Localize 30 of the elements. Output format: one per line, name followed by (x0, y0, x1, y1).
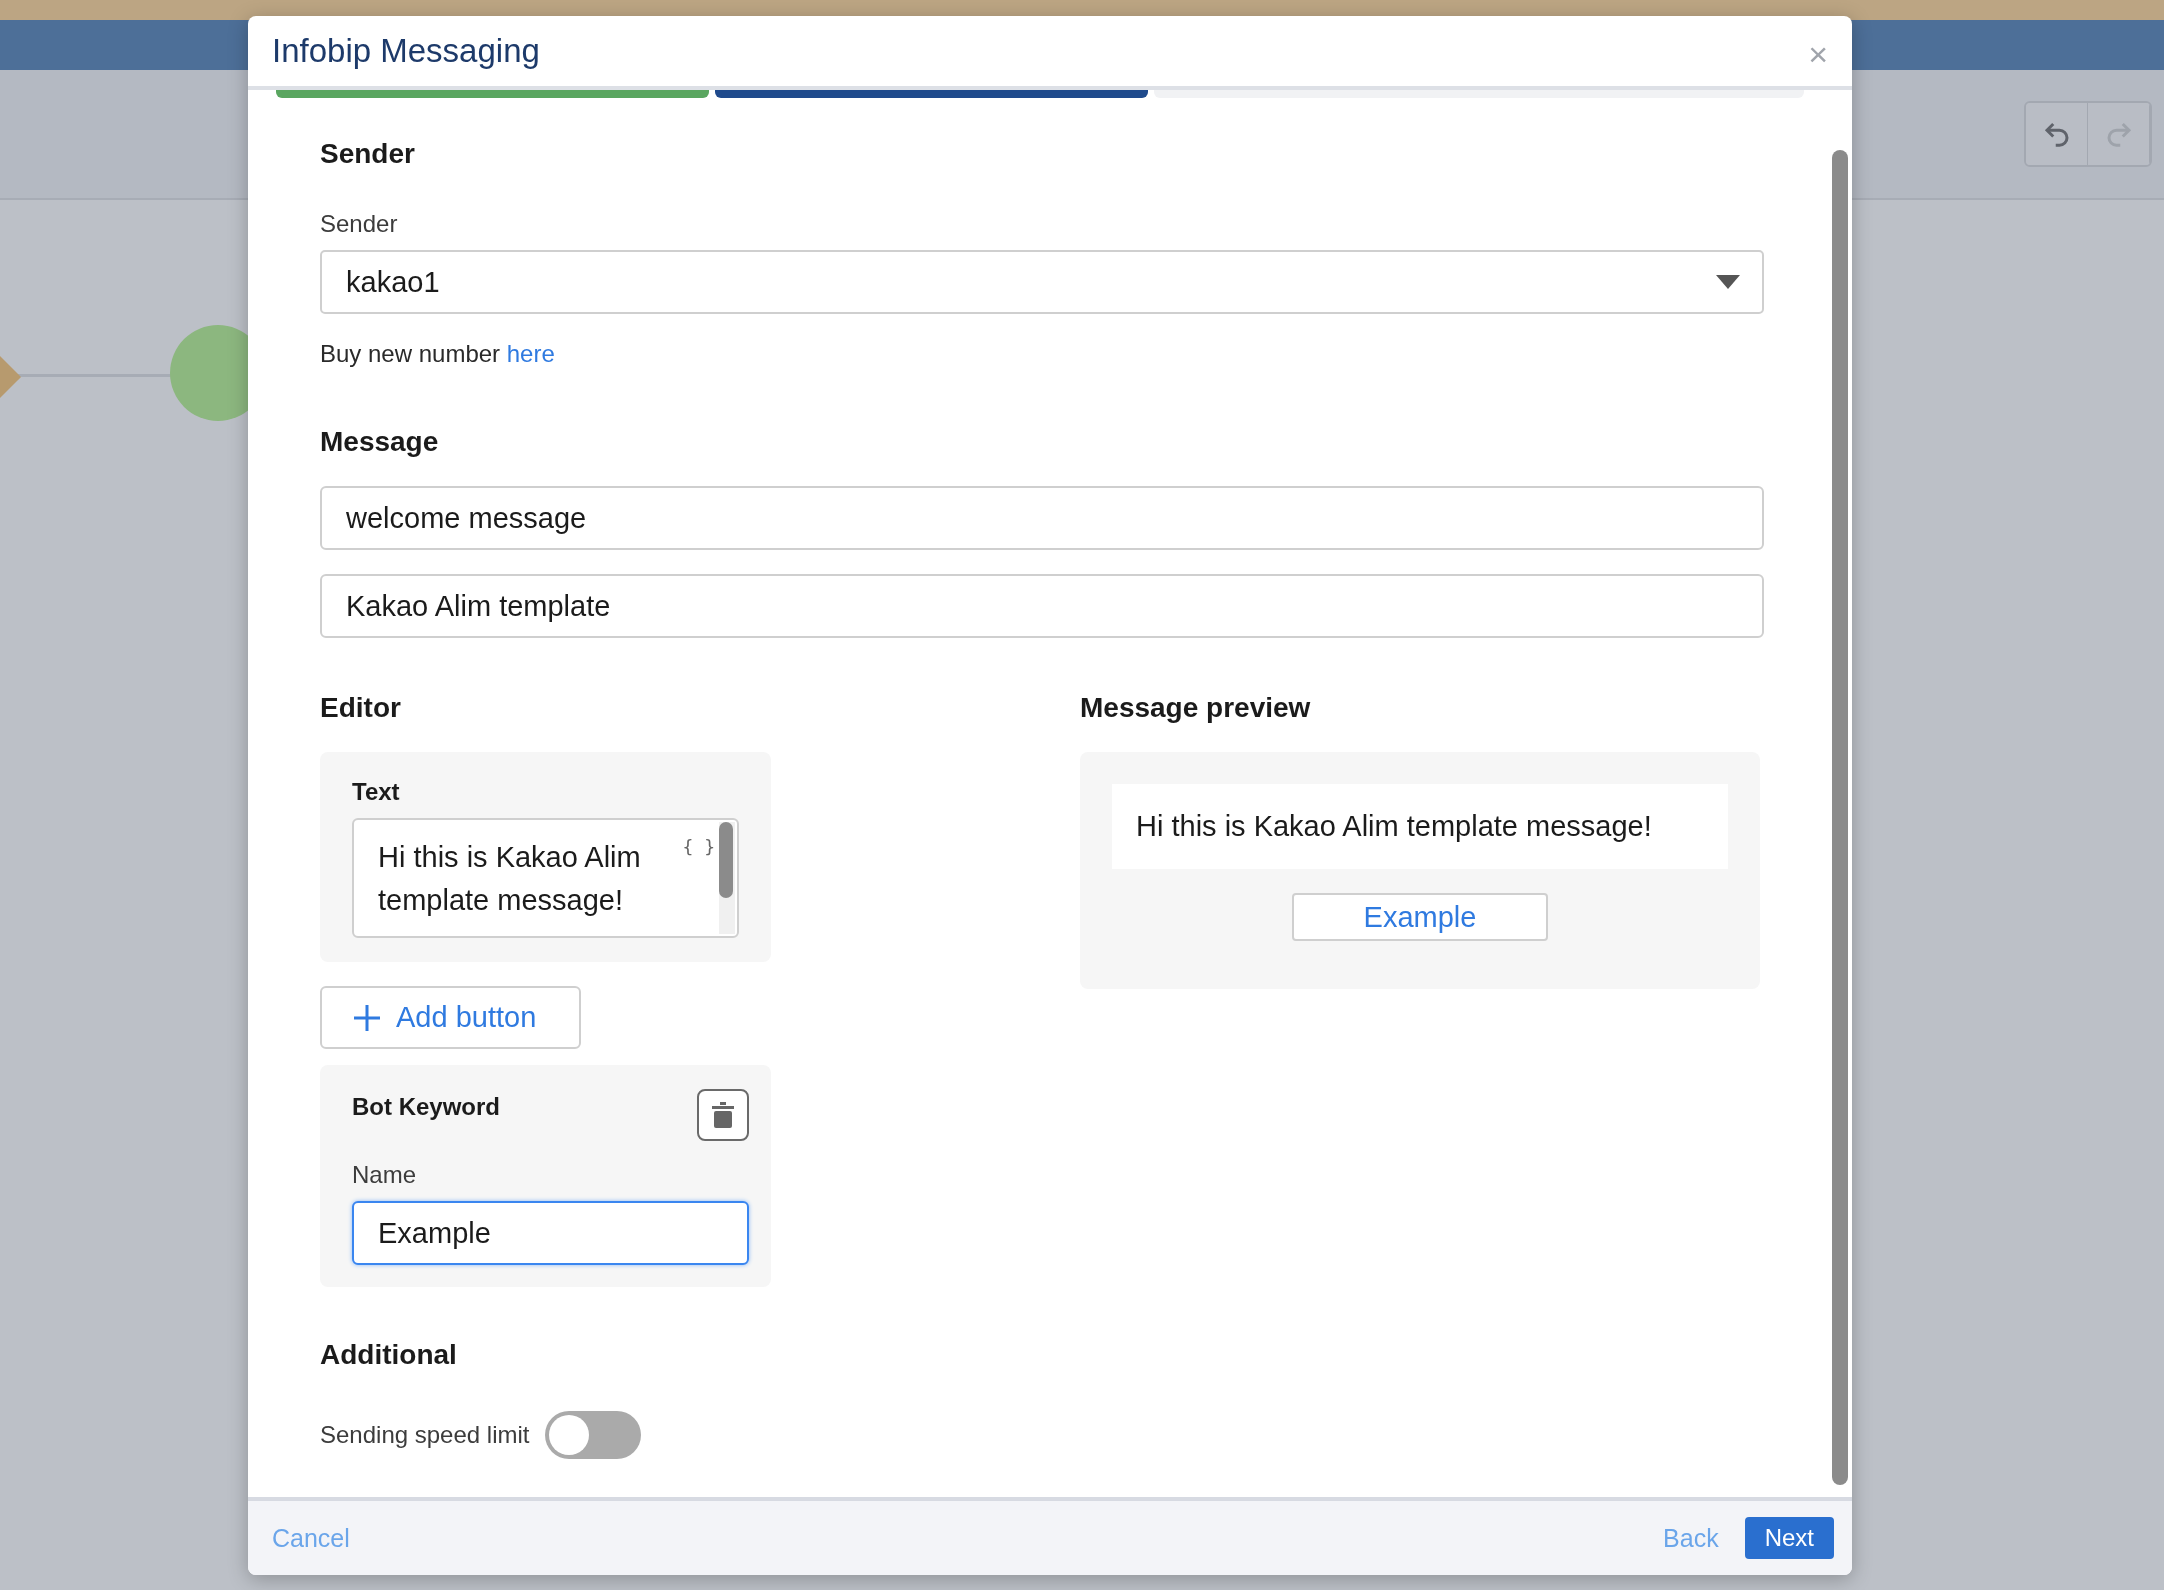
delete-button[interactable] (697, 1089, 749, 1141)
section-heading: Message (320, 426, 440, 458)
text-area[interactable]: Hi this is Kakao Alim template message! { } (352, 818, 739, 938)
section-heading: Editor (320, 692, 402, 724)
field-label: Name (352, 1161, 418, 1189)
variable-icon[interactable]: { } (682, 836, 715, 857)
undo-button[interactable] (2026, 103, 2088, 165)
caret-icon (1716, 275, 1740, 289)
input-field[interactable]: Kakao Alim template (320, 574, 1764, 638)
plus-icon (354, 1004, 380, 1031)
dialog-title: Infobip Messaging (272, 32, 540, 70)
input-field[interactable]: Example (352, 1201, 749, 1265)
input-field[interactable]: welcome message (320, 486, 1764, 550)
section-heading: Additional (320, 1339, 458, 1371)
add-button[interactable]: Add button (320, 986, 581, 1049)
buy-number-text: Buy new number here (320, 340, 556, 368)
field-label: Sender (320, 210, 399, 238)
toggle-label: Sending speed limit (320, 1421, 530, 1449)
next-button[interactable]: Next (1744, 1517, 1834, 1559)
section-heading: Message preview (1080, 692, 1312, 724)
trash-icon (712, 1102, 734, 1128)
sender-dropdown[interactable]: kakao1 (320, 250, 1764, 314)
preview-button[interactable]: Example (1292, 893, 1548, 941)
toggle-switch[interactable] (545, 1411, 642, 1459)
section-heading: Sender (320, 138, 416, 170)
preview-message: Hi this is Kakao Alim template message! (1112, 784, 1728, 869)
card-title: Bot Keyword (352, 1093, 500, 1121)
field-label: Text (352, 778, 401, 806)
close-button[interactable]: × (1808, 37, 1828, 71)
here-link[interactable]: here (506, 340, 555, 367)
